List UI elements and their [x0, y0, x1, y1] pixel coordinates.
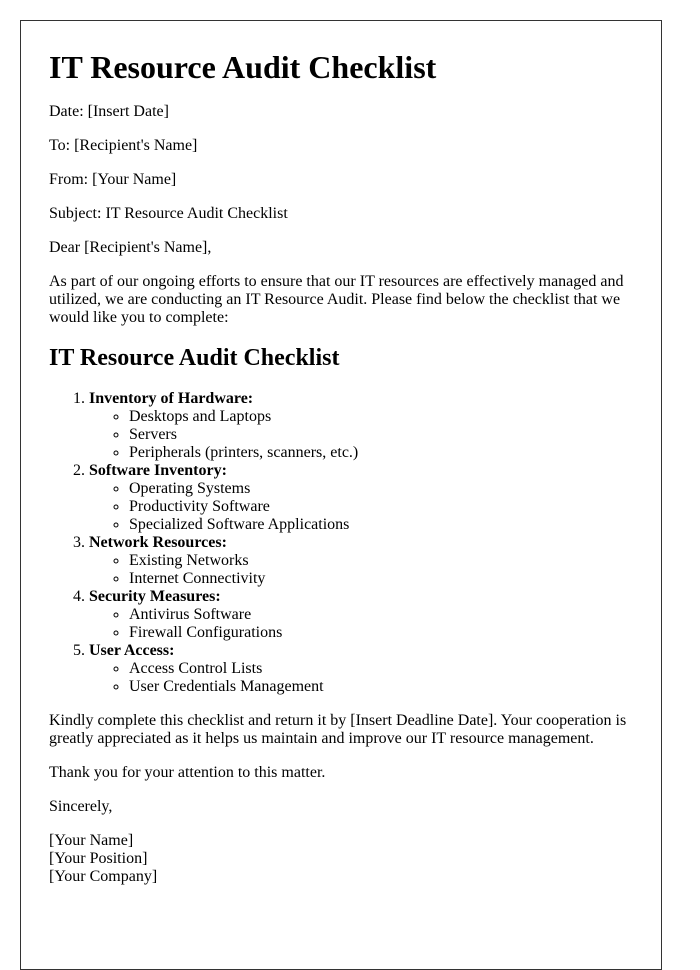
from-line: From: [Your Name]	[49, 171, 177, 188]
checklist-item: Operating Systems	[129, 480, 632, 498]
signature-company: [Your Company]	[49, 868, 158, 885]
salutation: Dear [Recipient's Name],	[49, 239, 212, 256]
checklist-item: Desktops and Laptops	[129, 408, 632, 426]
checklist: Inventory of Hardware: Desktops and Lapt…	[49, 390, 632, 696]
checklist-section: Inventory of Hardware: Desktops and Lapt…	[89, 390, 632, 462]
checklist-item: Firewall Configurations	[129, 624, 632, 642]
page-title: IT Resource Audit Checklist	[49, 49, 437, 85]
checklist-item: Peripherals (printers, scanners, etc.)	[129, 444, 632, 462]
signature-block: [Your Name] [Your Position] [Your Compan…	[49, 832, 632, 886]
closing-paragraph: Kindly complete this checklist and retur…	[49, 712, 627, 747]
checklist-item: Internet Connectivity	[129, 570, 632, 588]
section-items: Operating Systems Productivity Software …	[89, 480, 632, 534]
checklist-section: Security Measures: Antivirus Software Fi…	[89, 588, 632, 642]
checklist-section: User Access: Access Control Lists User C…	[89, 642, 632, 696]
checklist-item: Servers	[129, 426, 632, 444]
to-line: To: [Recipient's Name]	[49, 137, 198, 154]
section-items: Access Control Lists User Credentials Ma…	[89, 660, 632, 696]
checklist-item: Antivirus Software	[129, 606, 632, 624]
signoff: Sincerely,	[49, 798, 113, 815]
letter-page: IT Resource Audit Checklist Date: [Inser…	[20, 20, 662, 970]
signature-position: [Your Position]	[49, 850, 148, 867]
checklist-section: Network Resources: Existing Networks Int…	[89, 534, 632, 588]
section-items: Desktops and Laptops Servers Peripherals…	[89, 408, 632, 462]
intro-paragraph: As part of our ongoing efforts to ensure…	[49, 273, 624, 326]
checklist-item: Specialized Software Applications	[129, 516, 632, 534]
date-line: Date: [Insert Date]	[49, 103, 169, 120]
checklist-item: Productivity Software	[129, 498, 632, 516]
checklist-heading: IT Resource Audit Checklist	[49, 345, 340, 371]
section-title: User Access:	[89, 642, 175, 659]
section-title: Software Inventory:	[89, 462, 227, 479]
section-title: Network Resources:	[89, 534, 227, 551]
section-title: Security Measures:	[89, 588, 221, 605]
checklist-section: Software Inventory: Operating Systems Pr…	[89, 462, 632, 534]
subject-line: Subject: IT Resource Audit Checklist	[49, 205, 288, 222]
checklist-item: Existing Networks	[129, 552, 632, 570]
section-items: Antivirus Software Firewall Configuratio…	[89, 606, 632, 642]
signature-name: [Your Name]	[49, 832, 134, 849]
checklist-item: Access Control Lists	[129, 660, 632, 678]
section-title: Inventory of Hardware:	[89, 390, 254, 407]
thanks-line: Thank you for your attention to this mat…	[49, 764, 326, 781]
section-items: Existing Networks Internet Connectivity	[89, 552, 632, 588]
checklist-item: User Credentials Management	[129, 678, 632, 696]
